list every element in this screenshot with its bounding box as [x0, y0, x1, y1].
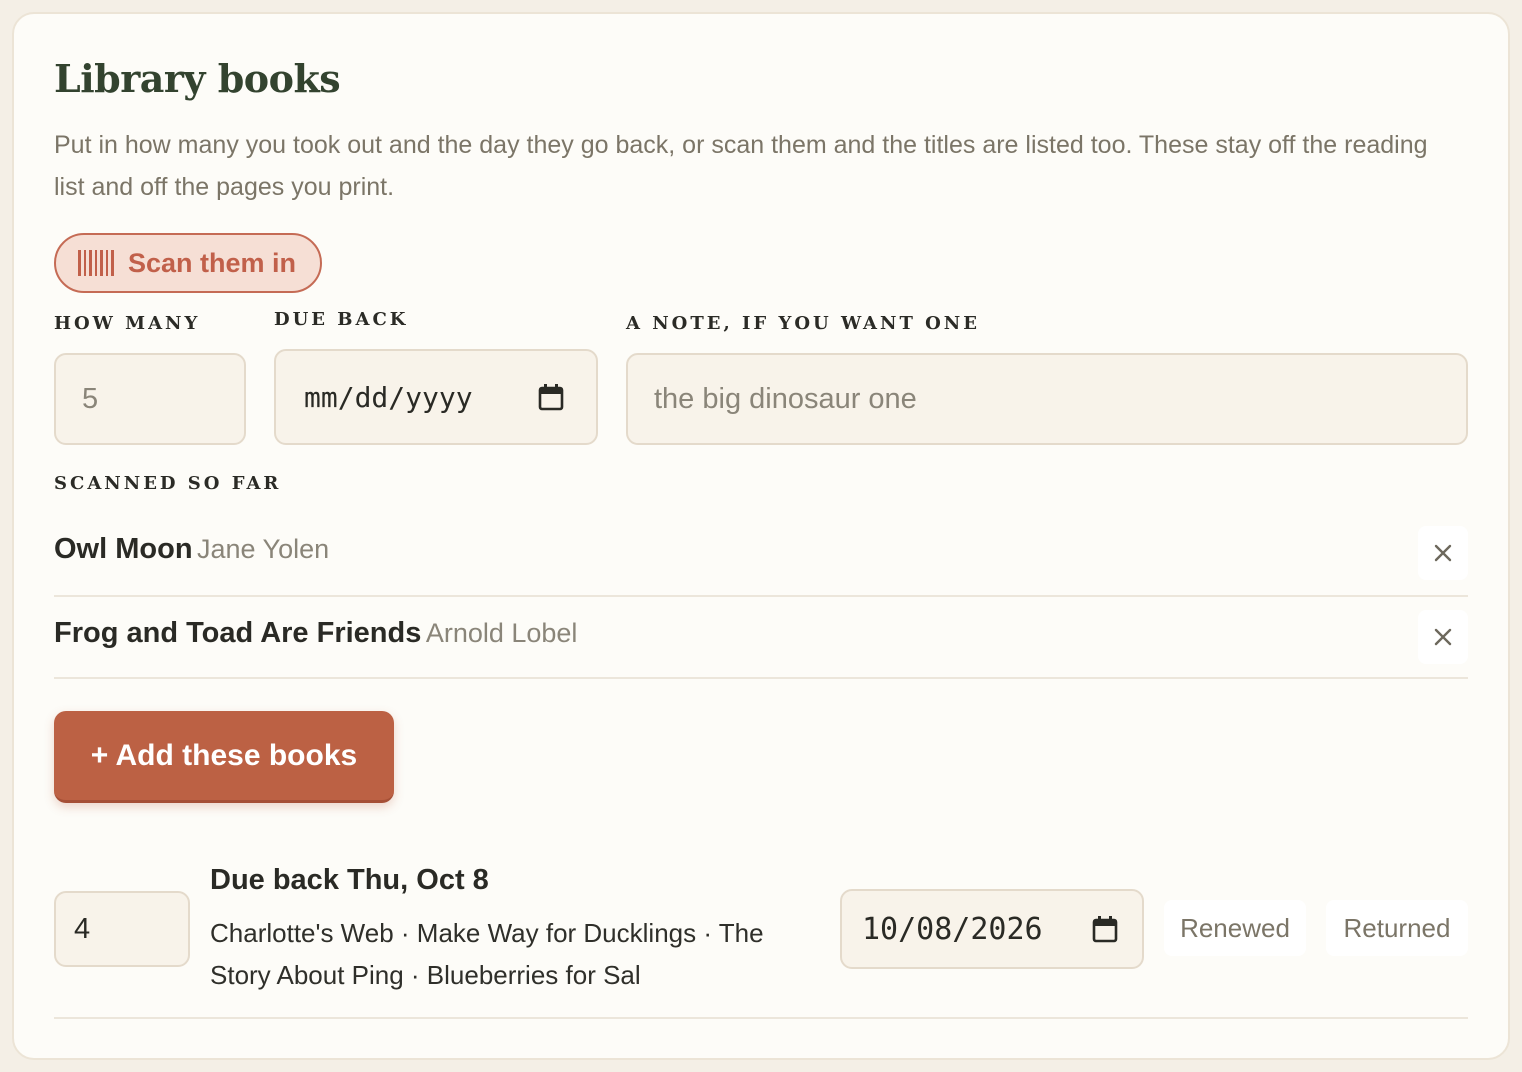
note-placeholder: the big dinosaur one — [654, 382, 917, 415]
loan-due-title: Due back Thu, Oct 8 — [210, 864, 489, 896]
loan-date-input[interactable]: 10/08/2026 — [840, 889, 1144, 969]
how-many-value: 5 — [82, 382, 99, 415]
scanned-so-far-label: SCANNED SO FAR — [54, 473, 282, 494]
due-back-placeholder: mm/dd/yyyy — [304, 380, 473, 414]
divider — [54, 1017, 1468, 1019]
note-label: A NOTE, IF YOU WANT ONE — [626, 313, 980, 334]
scanned-item: Frog and Toad Are Friends Arnold Lobel — [54, 617, 577, 650]
page-title: Library books — [54, 56, 341, 101]
page-subtitle: Put in how many you took out and the day… — [54, 131, 1428, 201]
calendar-icon[interactable] — [538, 383, 564, 411]
book-title: Owl Moon — [54, 533, 193, 565]
book-author: Jane Yolen — [196, 534, 330, 564]
how-many-input[interactable]: 5 — [54, 353, 246, 445]
how-many-label: HOW MANY — [54, 313, 201, 334]
scan-button-label: Scan them in — [128, 247, 297, 278]
add-these-books-button[interactable]: + Add these books — [54, 711, 394, 803]
loan-count-input[interactable]: 4 — [54, 891, 190, 967]
loan-date-value: 10/08/2026 — [862, 911, 1043, 947]
divider — [54, 677, 1468, 679]
renewed-button[interactable]: Renewed — [1164, 900, 1306, 956]
book-title: Frog and Toad Are Friends — [54, 617, 422, 649]
returned-button[interactable]: Returned — [1326, 900, 1468, 956]
scanned-item: Owl Moon Jane Yolen — [54, 533, 329, 566]
remove-scanned-item-button[interactable] — [1418, 610, 1468, 664]
divider — [54, 595, 1468, 597]
loan-count-value: 4 — [74, 912, 91, 945]
loan-book-list: Charlotte's Web · Make Way for Ducklings… — [210, 918, 764, 990]
close-icon — [1434, 544, 1452, 562]
due-back-date-input[interactable]: mm/dd/yyyy — [274, 349, 598, 445]
note-input[interactable]: the big dinosaur one — [626, 353, 1468, 445]
due-back-label: DUE BACK — [274, 309, 409, 330]
book-author: Arnold Lobel — [425, 618, 578, 648]
calendar-icon[interactable] — [1092, 915, 1118, 943]
close-icon — [1434, 628, 1452, 646]
barcode-icon — [78, 250, 114, 276]
remove-scanned-item-button[interactable] — [1418, 526, 1468, 580]
scan-them-in-button[interactable]: Scan them in — [54, 233, 322, 293]
